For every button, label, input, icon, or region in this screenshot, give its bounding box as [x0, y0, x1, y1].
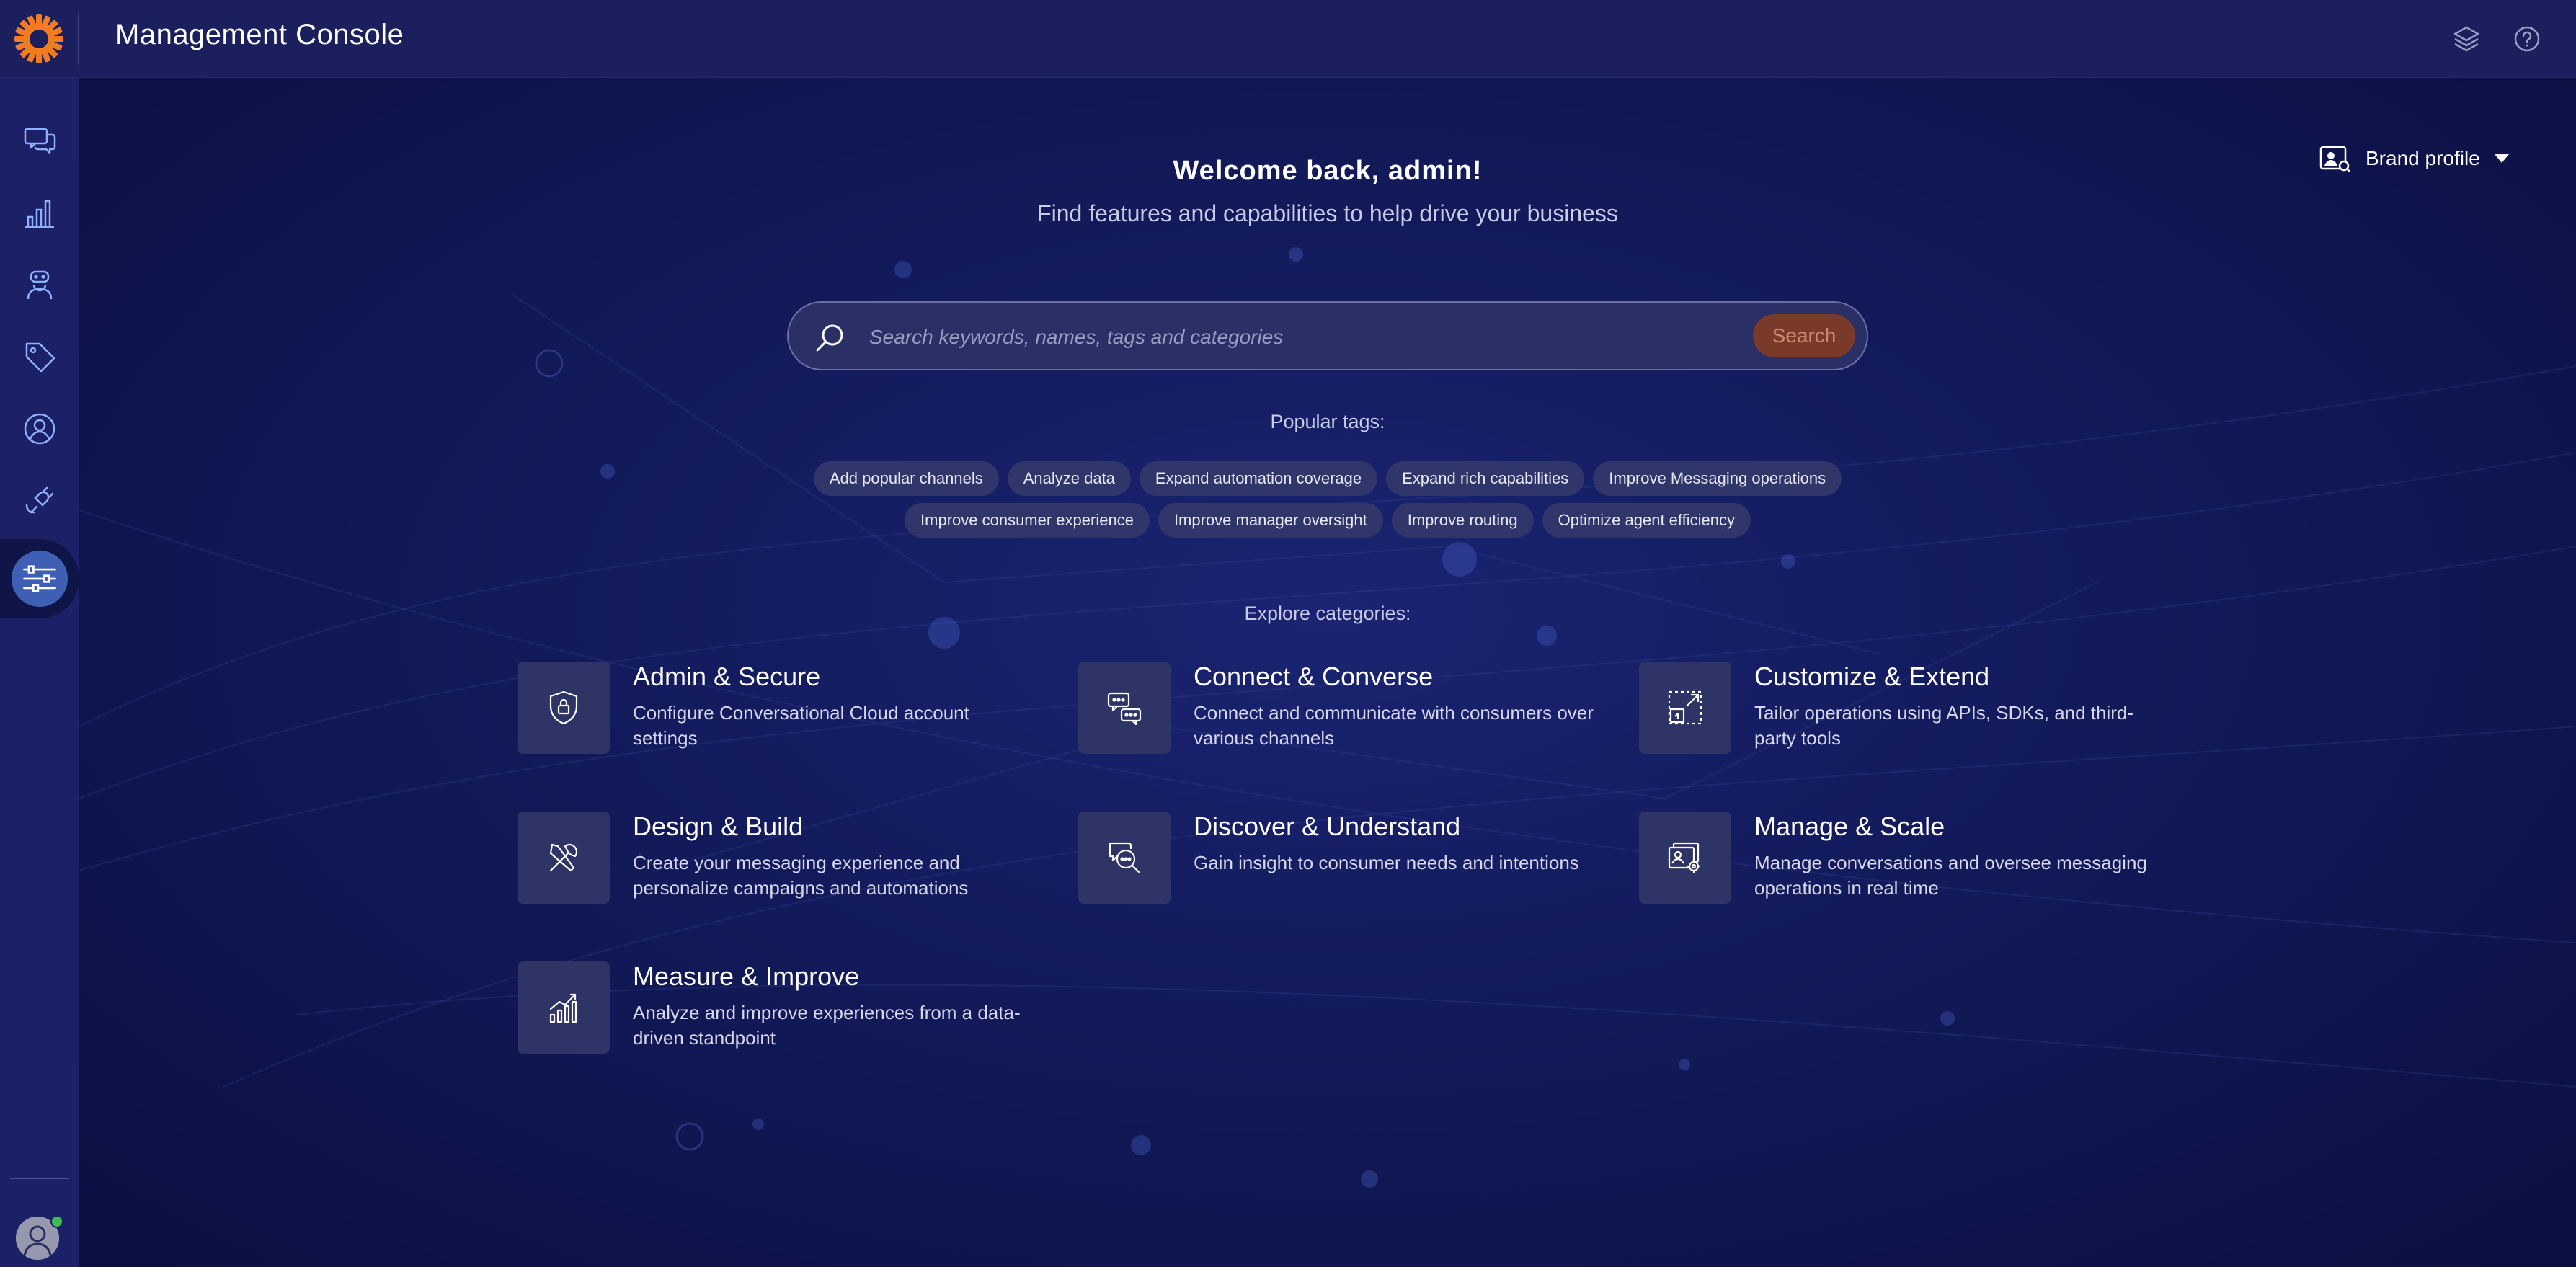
user-profile-icon	[24, 413, 55, 445]
welcome-title: Welcome back, admin!	[1173, 156, 1483, 186]
sidebar-item-analytics[interactable]	[14, 187, 65, 238]
app-title: Management Console	[115, 19, 404, 50]
popular-tag-chip[interactable]: Improve routing	[1391, 503, 1534, 538]
settings-sliders-icon	[12, 551, 68, 607]
category-description: Connect and communicate with consumers o…	[1194, 702, 1594, 749]
bot-icon	[27, 270, 53, 300]
popular-tags-row-2: Improve consumer experience Improve manag…	[79, 503, 2576, 538]
category-description: Tailor operations using APIs, SDKs, and …	[1754, 702, 2134, 749]
search-bar: Search	[787, 301, 1868, 370]
category-title: Discover & Understand	[1194, 812, 1461, 841]
popular-tag-chip[interactable]: Improve consumer experience	[905, 503, 1150, 538]
popular-tag-chip[interactable]: Add popular channels	[813, 461, 999, 496]
category-title: Manage & Scale	[1754, 812, 1945, 841]
category-description: Configure Conversational Cloud account s…	[633, 702, 969, 749]
shield-lock-icon	[518, 662, 610, 754]
help-icon[interactable]	[2508, 20, 2546, 58]
manage-settings-icon	[1639, 812, 1731, 904]
category-title: Design & Build	[633, 812, 804, 841]
popular-tag-chip[interactable]: Expand rich capabilities	[1386, 461, 1585, 496]
extend-icon	[1639, 662, 1731, 754]
category-title: Admin & Secure	[633, 662, 821, 691]
category-design-build[interactable]: Design & Build Create your messaging exp…	[518, 812, 1051, 905]
sidebar-divider	[10, 1178, 69, 1179]
sidebar-item-settings[interactable]	[0, 539, 79, 618]
tag-icon	[25, 342, 55, 373]
chat-bubbles-icon	[1078, 662, 1171, 754]
category-description: Gain insight to consumer needs and inten…	[1194, 852, 1579, 873]
category-measure-improve[interactable]: Measure & Improve Analyze and improve ex…	[518, 961, 1051, 1055]
category-title: Measure & Improve	[633, 961, 860, 991]
sidebar-item-tags[interactable]	[14, 332, 65, 382]
category-title: Connect & Converse	[1194, 662, 1434, 691]
popular-tag-chip[interactable]: Analyze data	[1007, 461, 1131, 496]
top-bar: Management Console	[0, 0, 2576, 78]
welcome-subtitle: Find features and capabilities to help d…	[1037, 200, 1618, 226]
category-description: Analyze and improve experiences from a d…	[633, 1002, 1021, 1049]
popular-tag-chip[interactable]: Improve manager oversight	[1158, 503, 1383, 538]
search-button[interactable]: Search	[1753, 314, 1855, 357]
popular-tag-chip[interactable]: Expand automation coverage	[1139, 461, 1378, 496]
online-status-badge	[50, 1215, 63, 1228]
sidebar-item-users[interactable]	[14, 404, 65, 454]
integrations-icon	[25, 486, 54, 514]
category-admin-secure[interactable]: Admin & Secure Configure Conversational …	[518, 662, 1051, 755]
category-customize-extend[interactable]: Customize & Extend Tailor operations usi…	[1639, 662, 2172, 755]
topbar-divider	[78, 13, 79, 65]
category-title: Customize & Extend	[1754, 662, 1990, 691]
popular-tags-label: Popular tags:	[1270, 411, 1385, 432]
conversations-icon	[24, 128, 56, 154]
category-discover-understand[interactable]: Discover & Understand Gain insight to co…	[1078, 812, 1612, 905]
search-input[interactable]	[869, 319, 1734, 356]
search-chat-icon	[1078, 812, 1171, 904]
category-description: Manage conversations and oversee messagi…	[1754, 852, 2147, 899]
explore-categories-label: Explore categories:	[1244, 603, 1411, 624]
main-content: Brand profile Welcome back, admin! Find …	[79, 78, 2576, 1267]
popular-tag-chip[interactable]: Improve Messaging operations	[1593, 461, 1842, 496]
tools-icon	[518, 812, 610, 904]
analytics-chart-icon	[25, 200, 54, 228]
category-manage-scale[interactable]: Manage & Scale Manage conversations and …	[1639, 812, 2172, 905]
category-connect-converse[interactable]: Connect & Converse Connect and communica…	[1078, 662, 1612, 755]
sidebar-item-integrations[interactable]	[14, 476, 65, 526]
sidebar-item-conversations[interactable]	[14, 115, 65, 166]
popular-tag-chip[interactable]: Optimize agent efficiency	[1542, 503, 1751, 538]
layers-icon[interactable]	[2448, 20, 2485, 58]
category-description: Create your messaging experience and per…	[633, 852, 969, 899]
growth-chart-icon	[518, 961, 610, 1054]
sidebar-item-bots[interactable]	[14, 259, 65, 310]
brand-logo-icon[interactable]	[13, 13, 65, 65]
sidebar	[0, 78, 79, 1267]
popular-tags-row-1: Add popular channels Analyze data Expand a…	[79, 461, 2576, 496]
search-icon	[816, 324, 843, 352]
